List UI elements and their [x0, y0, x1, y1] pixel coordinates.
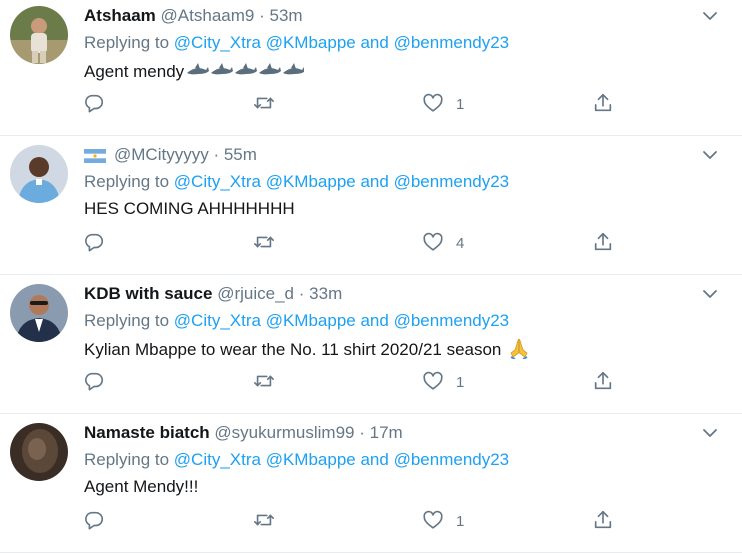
- timestamp[interactable]: 53m: [270, 6, 303, 25]
- tweet[interactable]: KDB with sauce @rjuice_d · 33m Replying …: [0, 275, 742, 414]
- mention-link[interactable]: @KMbappe: [266, 450, 356, 469]
- chevron-down-icon[interactable]: [701, 285, 719, 303]
- separator-dot: ·: [359, 423, 365, 442]
- separator-dot: ·: [298, 284, 305, 303]
- mention-link[interactable]: @City_Xtra: [174, 33, 261, 52]
- tweet[interactable]: Atshaam @Atshaam9 · 53m Replying to @Cit…: [0, 0, 742, 136]
- share-icon[interactable]: [592, 92, 614, 114]
- reply-icon[interactable]: [83, 92, 105, 114]
- replying-label: Replying to: [84, 172, 170, 191]
- tweet-actions: 1: [0, 90, 742, 118]
- timestamp[interactable]: 55m: [224, 145, 257, 164]
- separator-dot: ·: [259, 6, 265, 25]
- folded-hands-emoji: [506, 338, 530, 359]
- and-text: and: [360, 33, 389, 52]
- reply-icon[interactable]: [83, 370, 105, 392]
- like-count: 1: [456, 513, 465, 530]
- chevron-down-icon[interactable]: [701, 424, 719, 442]
- and-text: and: [360, 450, 389, 469]
- mention-link[interactable]: @KMbappe: [266, 33, 356, 52]
- replying-to: Replying to @City_Xtra @KMbappe and @ben…: [84, 32, 509, 54]
- display-name[interactable]: KDB with sauce: [84, 284, 212, 303]
- like-count: 1: [456, 96, 465, 113]
- retweet-icon[interactable]: [253, 370, 275, 392]
- argentina-flag: [84, 147, 106, 169]
- replying-to: Replying to @City_Xtra @KMbappe and @ben…: [84, 171, 509, 193]
- avatar[interactable]: [10, 6, 68, 64]
- mention-link[interactable]: @City_Xtra: [174, 450, 261, 469]
- tweet-header: KDB with sauce @rjuice_d · 33m: [84, 283, 342, 305]
- mention-link[interactable]: @benmendy23: [394, 450, 510, 469]
- tweet[interactable]: Namaste biatch @syukurmuslim99 · 17m Rep…: [0, 414, 742, 553]
- mention-link[interactable]: @benmendy23: [394, 311, 510, 330]
- mention-link[interactable]: @City_Xtra: [174, 311, 261, 330]
- avatar[interactable]: [10, 284, 68, 342]
- separator-dot: ·: [213, 145, 220, 164]
- like-count: 1: [456, 374, 465, 391]
- timestamp[interactable]: 17m: [370, 423, 403, 442]
- share-icon[interactable]: [592, 370, 614, 392]
- replying-label: Replying to: [84, 311, 170, 330]
- user-handle[interactable]: @MCityyyyy: [114, 145, 209, 164]
- avatar[interactable]: [10, 145, 68, 203]
- tweet-actions: 1: [0, 507, 742, 535]
- tweet-actions: 4: [0, 229, 742, 257]
- retweet-icon[interactable]: [253, 231, 275, 253]
- tweet-body: Kylian Mbappe to wear the No. 11 shirt 2…: [84, 340, 502, 359]
- retweet-icon[interactable]: [253, 509, 275, 531]
- avatar[interactable]: [10, 423, 68, 481]
- tweet-feed: Atshaam @Atshaam9 · 53m Replying to @Cit…: [0, 0, 742, 554]
- share-icon[interactable]: [592, 231, 614, 253]
- tweet-text: HES COMING AHHHHHHH: [84, 198, 295, 220]
- replying-label: Replying to: [84, 450, 170, 469]
- timestamp[interactable]: 33m: [309, 284, 342, 303]
- reply-icon[interactable]: [83, 231, 105, 253]
- replying-to: Replying to @City_Xtra @KMbappe and @ben…: [84, 449, 509, 471]
- replying-to: Replying to @City_Xtra @KMbappe and @ben…: [84, 310, 509, 332]
- tweet-header: Atshaam @Atshaam9 · 53m: [84, 5, 303, 27]
- like-icon[interactable]: [422, 231, 444, 253]
- tweet-actions: 1: [0, 368, 742, 396]
- retweet-icon[interactable]: [253, 92, 275, 114]
- reply-icon[interactable]: [83, 509, 105, 531]
- mention-link[interactable]: @benmendy23: [394, 172, 510, 191]
- and-text: and: [360, 311, 389, 330]
- user-handle[interactable]: @rjuice_d: [217, 284, 294, 303]
- tweet-text: Agent mendy: [84, 59, 305, 83]
- mention-link[interactable]: @benmendy23: [394, 33, 510, 52]
- tweet-header: @MCityyyyy · 55m: [84, 144, 257, 169]
- tweet-body: Agent mendy: [84, 62, 185, 81]
- chevron-down-icon[interactable]: [701, 146, 719, 164]
- shark-emoji: [184, 62, 305, 81]
- tweet-text: Kylian Mbappe to wear the No. 11 shirt 2…: [84, 337, 530, 361]
- like-count: 4: [456, 235, 465, 252]
- user-handle[interactable]: @syukurmuslim99: [214, 423, 354, 442]
- replying-label: Replying to: [84, 33, 170, 52]
- user-handle[interactable]: @Atshaam9: [161, 6, 255, 25]
- tweet-header: Namaste biatch @syukurmuslim99 · 17m: [84, 422, 403, 444]
- mention-link[interactable]: @KMbappe: [266, 172, 356, 191]
- display-name[interactable]: Namaste biatch: [84, 423, 210, 442]
- chevron-down-icon[interactable]: [701, 7, 719, 25]
- like-icon[interactable]: [422, 509, 444, 531]
- tweet[interactable]: @MCityyyyy · 55m Replying to @City_Xtra …: [0, 136, 742, 275]
- tweet-text: Agent Mendy!!!: [84, 476, 198, 498]
- display-name[interactable]: Atshaam: [84, 6, 156, 25]
- like-icon[interactable]: [422, 92, 444, 114]
- tweet-body: Agent Mendy!!!: [84, 477, 199, 496]
- tweet-body: HES COMING AHHHHHHH: [84, 199, 295, 218]
- mention-link[interactable]: @City_Xtra: [174, 172, 261, 191]
- and-text: and: [360, 172, 389, 191]
- mention-link[interactable]: @KMbappe: [266, 311, 356, 330]
- share-icon[interactable]: [592, 509, 614, 531]
- like-icon[interactable]: [422, 370, 444, 392]
